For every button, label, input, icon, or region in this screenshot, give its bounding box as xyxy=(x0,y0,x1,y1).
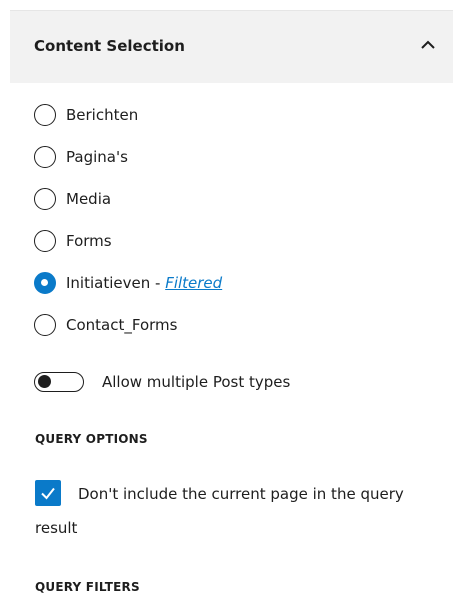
radio-option-berichten[interactable]: Berichten xyxy=(34,94,222,136)
query-filters-heading: QUERY FILTERS xyxy=(35,580,140,594)
chevron-up-icon[interactable] xyxy=(419,38,437,52)
radio-button[interactable] xyxy=(34,104,56,126)
toggle-label: Allow multiple Post types xyxy=(102,373,291,391)
filtered-link[interactable]: Filtered xyxy=(165,274,222,292)
radio-label-text: Initiatieven - xyxy=(66,274,166,292)
radio-label: Initiatieven - Filtered xyxy=(66,274,222,292)
checkbox-label: Don't include the current page in the qu… xyxy=(35,485,404,537)
allow-multiple-toggle-row[interactable]: Allow multiple Post types xyxy=(34,372,290,392)
exclude-current-page-checkbox[interactable] xyxy=(35,479,61,506)
allow-multiple-toggle[interactable] xyxy=(34,372,84,392)
radio-button[interactable] xyxy=(34,314,56,336)
radio-option-contact-forms[interactable]: Contact_Forms xyxy=(34,304,222,346)
radio-option-media[interactable]: Media xyxy=(34,178,222,220)
radio-label: Pagina's xyxy=(66,148,128,166)
query-options-heading: QUERY OPTIONS xyxy=(35,432,148,446)
exclude-current-page-option[interactable]: Don't include the current page in the qu… xyxy=(35,477,445,545)
radio-button[interactable] xyxy=(34,230,56,252)
post-type-radio-group: Berichten Pagina's Media Forms Initiatie… xyxy=(34,94,222,346)
radio-button-selected[interactable] xyxy=(34,272,56,294)
panel-header-content-selection[interactable]: Content Selection xyxy=(10,10,453,83)
radio-button[interactable] xyxy=(34,188,56,210)
radio-label: Forms xyxy=(66,232,112,250)
radio-button[interactable] xyxy=(34,146,56,168)
radio-label: Berichten xyxy=(66,106,139,124)
checkmark-icon xyxy=(41,487,55,500)
radio-option-initiatieven[interactable]: Initiatieven - Filtered xyxy=(34,262,222,304)
panel-title: Content Selection xyxy=(34,37,185,55)
radio-option-paginas[interactable]: Pagina's xyxy=(34,136,222,178)
radio-label: Contact_Forms xyxy=(66,316,178,334)
radio-option-forms[interactable]: Forms xyxy=(34,220,222,262)
radio-label: Media xyxy=(66,190,112,208)
